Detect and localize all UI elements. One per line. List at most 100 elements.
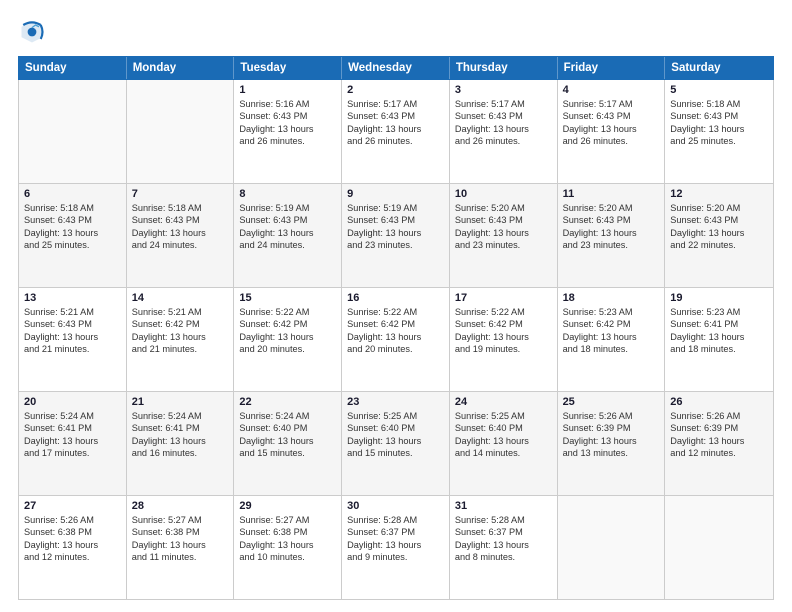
cell-info: Sunrise: 5:28 AMSunset: 6:37 PMDaylight:… (455, 514, 552, 564)
cell-info: Sunrise: 5:27 AMSunset: 6:38 PMDaylight:… (239, 514, 336, 564)
cal-week-1: 1Sunrise: 5:16 AMSunset: 6:43 PMDaylight… (19, 80, 773, 184)
cell-info: Sunrise: 5:21 AMSunset: 6:43 PMDaylight:… (24, 306, 121, 356)
cal-cell-day-12: 12 Sunrise: 5:20 AMSunset: 6:43 PMDayligh… (665, 184, 773, 287)
cal-cell-day-22: 22 Sunrise: 5:24 AMSunset: 6:40 PMDayligh… (234, 392, 342, 495)
day-number: 18 (563, 292, 660, 304)
cell-info: Sunrise: 5:19 AMSunset: 6:43 PMDaylight:… (239, 202, 336, 252)
day-number: 24 (455, 396, 552, 408)
day-number: 27 (24, 500, 121, 512)
cell-info: Sunrise: 5:28 AMSunset: 6:37 PMDaylight:… (347, 514, 444, 564)
cell-info: Sunrise: 5:20 AMSunset: 6:43 PMDaylight:… (455, 202, 552, 252)
day-number: 30 (347, 500, 444, 512)
cal-cell-day-1: 1Sunrise: 5:16 AMSunset: 6:43 PMDaylight… (234, 80, 342, 183)
cal-cell-day-14: 14 Sunrise: 5:21 AMSunset: 6:42 PMDayligh… (127, 288, 235, 391)
cell-info: Sunrise: 5:26 AMSunset: 6:39 PMDaylight:… (563, 410, 660, 460)
calendar-body: 1Sunrise: 5:16 AMSunset: 6:43 PMDaylight… (18, 80, 774, 600)
day-number: 14 (132, 292, 229, 304)
cal-cell-day-17: 17 Sunrise: 5:22 AMSunset: 6:42 PMDayligh… (450, 288, 558, 391)
cal-cell-day-29: 29 Sunrise: 5:27 AMSunset: 6:38 PMDayligh… (234, 496, 342, 599)
day-number: 22 (239, 396, 336, 408)
day-number: 15 (239, 292, 336, 304)
day-number: 29 (239, 500, 336, 512)
cal-cell-day-19: 19 Sunrise: 5:23 AMSunset: 6:41 PMDayligh… (665, 288, 773, 391)
cell-info: Sunrise: 5:26 AMSunset: 6:38 PMDaylight:… (24, 514, 121, 564)
cal-header-thursday: Thursday (450, 57, 558, 79)
day-number: 7 (132, 188, 229, 200)
cell-info: Sunrise: 5:17 AMSunset: 6:43 PMDaylight:… (455, 98, 552, 148)
day-number: 28 (132, 500, 229, 512)
day-number: 12 (670, 188, 768, 200)
page: SundayMondayTuesdayWednesdayThursdayFrid… (0, 0, 792, 612)
cal-cell-empty (127, 80, 235, 183)
day-number: 19 (670, 292, 768, 304)
cell-info: Sunrise: 5:18 AMSunset: 6:43 PMDaylight:… (24, 202, 121, 252)
cell-info: Sunrise: 5:24 AMSunset: 6:41 PMDaylight:… (24, 410, 121, 460)
day-number: 20 (24, 396, 121, 408)
cal-cell-day-31: 31 Sunrise: 5:28 AMSunset: 6:37 PMDayligh… (450, 496, 558, 599)
day-number: 11 (563, 188, 660, 200)
cal-header-friday: Friday (558, 57, 666, 79)
cal-cell-day-4: 4Sunrise: 5:17 AMSunset: 6:43 PMDaylight… (558, 80, 666, 183)
cal-cell-day-7: 7 Sunrise: 5:18 AMSunset: 6:43 PMDaylight… (127, 184, 235, 287)
day-number: 5 (670, 84, 768, 96)
cal-week-2: 6 Sunrise: 5:18 AMSunset: 6:43 PMDaylight… (19, 184, 773, 288)
cal-cell-day-5: 5 Sunrise: 5:18 AMSunset: 6:43 PMDaylight… (665, 80, 773, 183)
cal-cell-day-25: 25 Sunrise: 5:26 AMSunset: 6:39 PMDayligh… (558, 392, 666, 495)
calendar-header: SundayMondayTuesdayWednesdayThursdayFrid… (18, 56, 774, 80)
logo (18, 18, 50, 46)
header (18, 18, 774, 46)
cal-cell-day-6: 6 Sunrise: 5:18 AMSunset: 6:43 PMDaylight… (19, 184, 127, 287)
cal-cell-day-26: 26 Sunrise: 5:26 AMSunset: 6:39 PMDayligh… (665, 392, 773, 495)
cell-info: Sunrise: 5:19 AMSunset: 6:43 PMDaylight:… (347, 202, 444, 252)
cell-info: Sunrise: 5:16 AMSunset: 6:43 PMDaylight:… (239, 98, 336, 148)
cell-info: Sunrise: 5:25 AMSunset: 6:40 PMDaylight:… (455, 410, 552, 460)
cell-info: Sunrise: 5:23 AMSunset: 6:41 PMDaylight:… (670, 306, 768, 356)
cal-header-sunday: Sunday (19, 57, 127, 79)
cal-week-3: 13 Sunrise: 5:21 AMSunset: 6:43 PMDayligh… (19, 288, 773, 392)
day-number: 2 (347, 84, 444, 96)
day-number: 25 (563, 396, 660, 408)
cal-cell-day-10: 10 Sunrise: 5:20 AMSunset: 6:43 PMDayligh… (450, 184, 558, 287)
cell-info: Sunrise: 5:22 AMSunset: 6:42 PMDaylight:… (239, 306, 336, 356)
cal-cell-empty (558, 496, 666, 599)
day-number: 17 (455, 292, 552, 304)
cell-info: Sunrise: 5:23 AMSunset: 6:42 PMDaylight:… (563, 306, 660, 356)
cal-cell-day-21: 21Sunrise: 5:24 AMSunset: 6:41 PMDayligh… (127, 392, 235, 495)
cell-info: Sunrise: 5:21 AMSunset: 6:42 PMDaylight:… (132, 306, 229, 356)
cell-info: Sunrise: 5:24 AMSunset: 6:41 PMDaylight:… (132, 410, 229, 460)
cal-cell-empty (665, 496, 773, 599)
day-number: 31 (455, 500, 552, 512)
day-number: 23 (347, 396, 444, 408)
cal-cell-day-24: 24 Sunrise: 5:25 AMSunset: 6:40 PMDayligh… (450, 392, 558, 495)
cal-header-saturday: Saturday (665, 57, 773, 79)
day-number: 26 (670, 396, 768, 408)
cal-cell-day-13: 13 Sunrise: 5:21 AMSunset: 6:43 PMDayligh… (19, 288, 127, 391)
cell-info: Sunrise: 5:24 AMSunset: 6:40 PMDaylight:… (239, 410, 336, 460)
cal-cell-day-9: 9 Sunrise: 5:19 AMSunset: 6:43 PMDaylight… (342, 184, 450, 287)
cal-cell-day-8: 8 Sunrise: 5:19 AMSunset: 6:43 PMDaylight… (234, 184, 342, 287)
cell-info: Sunrise: 5:17 AMSunset: 6:43 PMDaylight:… (347, 98, 444, 148)
cell-info: Sunrise: 5:20 AMSunset: 6:43 PMDaylight:… (670, 202, 768, 252)
cal-cell-empty (19, 80, 127, 183)
cal-cell-day-20: 20 Sunrise: 5:24 AMSunset: 6:41 PMDayligh… (19, 392, 127, 495)
day-number: 3 (455, 84, 552, 96)
cal-cell-day-2: 2 Sunrise: 5:17 AMSunset: 6:43 PMDaylight… (342, 80, 450, 183)
calendar: SundayMondayTuesdayWednesdayThursdayFrid… (18, 56, 774, 600)
cell-info: Sunrise: 5:17 AMSunset: 6:43 PMDaylight:… (563, 98, 660, 148)
cell-info: Sunrise: 5:18 AMSunset: 6:43 PMDaylight:… (132, 202, 229, 252)
cal-cell-day-16: 16Sunrise: 5:22 AMSunset: 6:42 PMDayligh… (342, 288, 450, 391)
cell-info: Sunrise: 5:18 AMSunset: 6:43 PMDaylight:… (670, 98, 768, 148)
cell-info: Sunrise: 5:22 AMSunset: 6:42 PMDaylight:… (455, 306, 552, 356)
day-number: 13 (24, 292, 121, 304)
cal-cell-day-23: 23Sunrise: 5:25 AMSunset: 6:40 PMDayligh… (342, 392, 450, 495)
cal-cell-day-11: 11Sunrise: 5:20 AMSunset: 6:43 PMDayligh… (558, 184, 666, 287)
day-number: 9 (347, 188, 444, 200)
logo-icon (18, 18, 46, 46)
cal-cell-day-28: 28Sunrise: 5:27 AMSunset: 6:38 PMDayligh… (127, 496, 235, 599)
day-number: 6 (24, 188, 121, 200)
cal-header-monday: Monday (127, 57, 235, 79)
day-number: 8 (239, 188, 336, 200)
cell-info: Sunrise: 5:26 AMSunset: 6:39 PMDaylight:… (670, 410, 768, 460)
cal-cell-day-27: 27 Sunrise: 5:26 AMSunset: 6:38 PMDayligh… (19, 496, 127, 599)
day-number: 10 (455, 188, 552, 200)
